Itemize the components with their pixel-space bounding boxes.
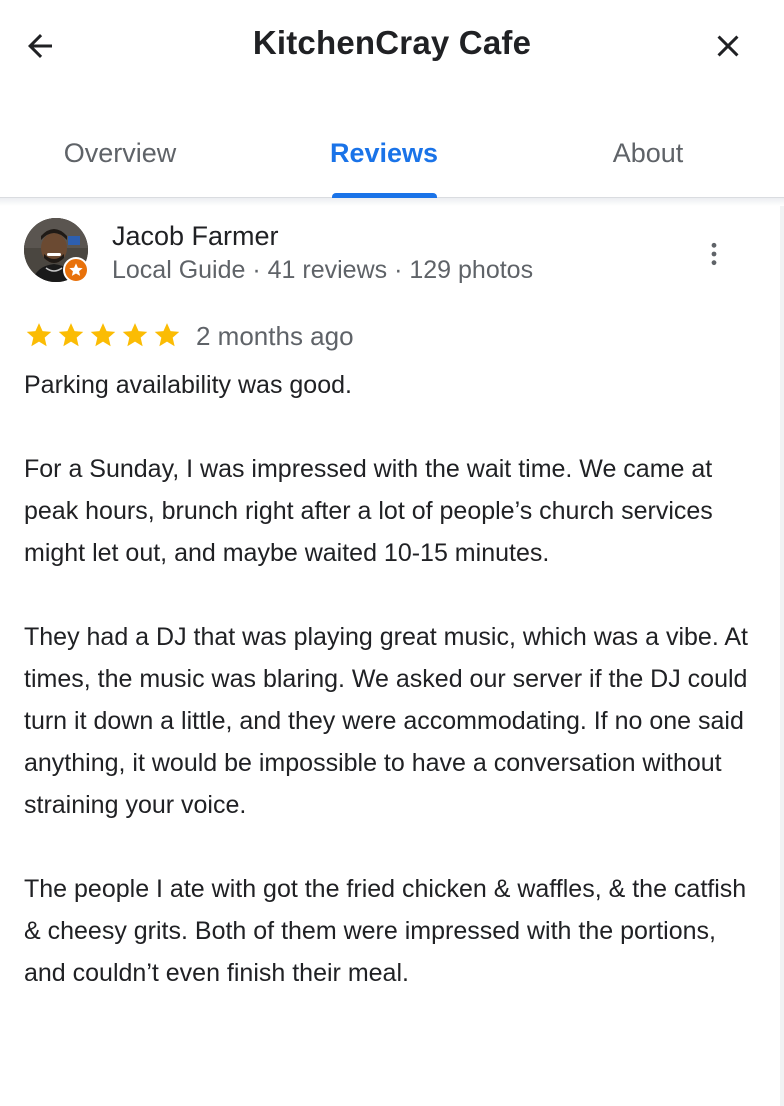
- local-guide-badge: [63, 257, 89, 283]
- star-icon: [58, 323, 84, 347]
- review-paragraph: Parking availability was good.: [24, 371, 352, 399]
- reviewer-name[interactable]: Jacob Farmer: [112, 221, 279, 252]
- star-icon: [26, 323, 52, 347]
- tab-bar: Overview Reviews About: [0, 120, 784, 198]
- tab-overview[interactable]: Overview: [30, 120, 210, 198]
- tab-reviews[interactable]: Reviews: [304, 120, 464, 198]
- review-paragraph: For a Sunday, I was impressed with the w…: [24, 455, 713, 567]
- close-icon: [717, 35, 739, 57]
- local-guide-star-icon: [69, 263, 83, 276]
- tab-bar-shadow: [0, 198, 784, 206]
- star-icon: [122, 323, 148, 347]
- place-reviews-page: KitchenCray Cafe Overview Reviews About: [0, 0, 784, 1106]
- review-date: 2 months ago: [196, 321, 354, 351]
- tab-about[interactable]: About: [578, 120, 718, 198]
- star-icon: [154, 323, 180, 347]
- star-icon: [90, 323, 116, 347]
- more-vert-icon: [711, 242, 717, 266]
- review-paragraph: They had a DJ that was playing great mus…: [24, 623, 748, 819]
- header-bar: KitchenCray Cafe: [0, 0, 784, 92]
- place-title: KitchenCray Cafe: [252, 24, 532, 61]
- star-rating: [24, 320, 182, 350]
- scrollbar-track[interactable]: [780, 206, 784, 1106]
- more-options-button[interactable]: [694, 234, 734, 274]
- reviewer-meta: Local Guide · 41 reviews · 129 photos: [112, 256, 534, 284]
- review-text: Parking availability was good. For a Sun…: [24, 364, 749, 1036]
- close-button[interactable]: [702, 22, 754, 70]
- review-paragraph: The people I ate with got the fried chic…: [24, 875, 747, 987]
